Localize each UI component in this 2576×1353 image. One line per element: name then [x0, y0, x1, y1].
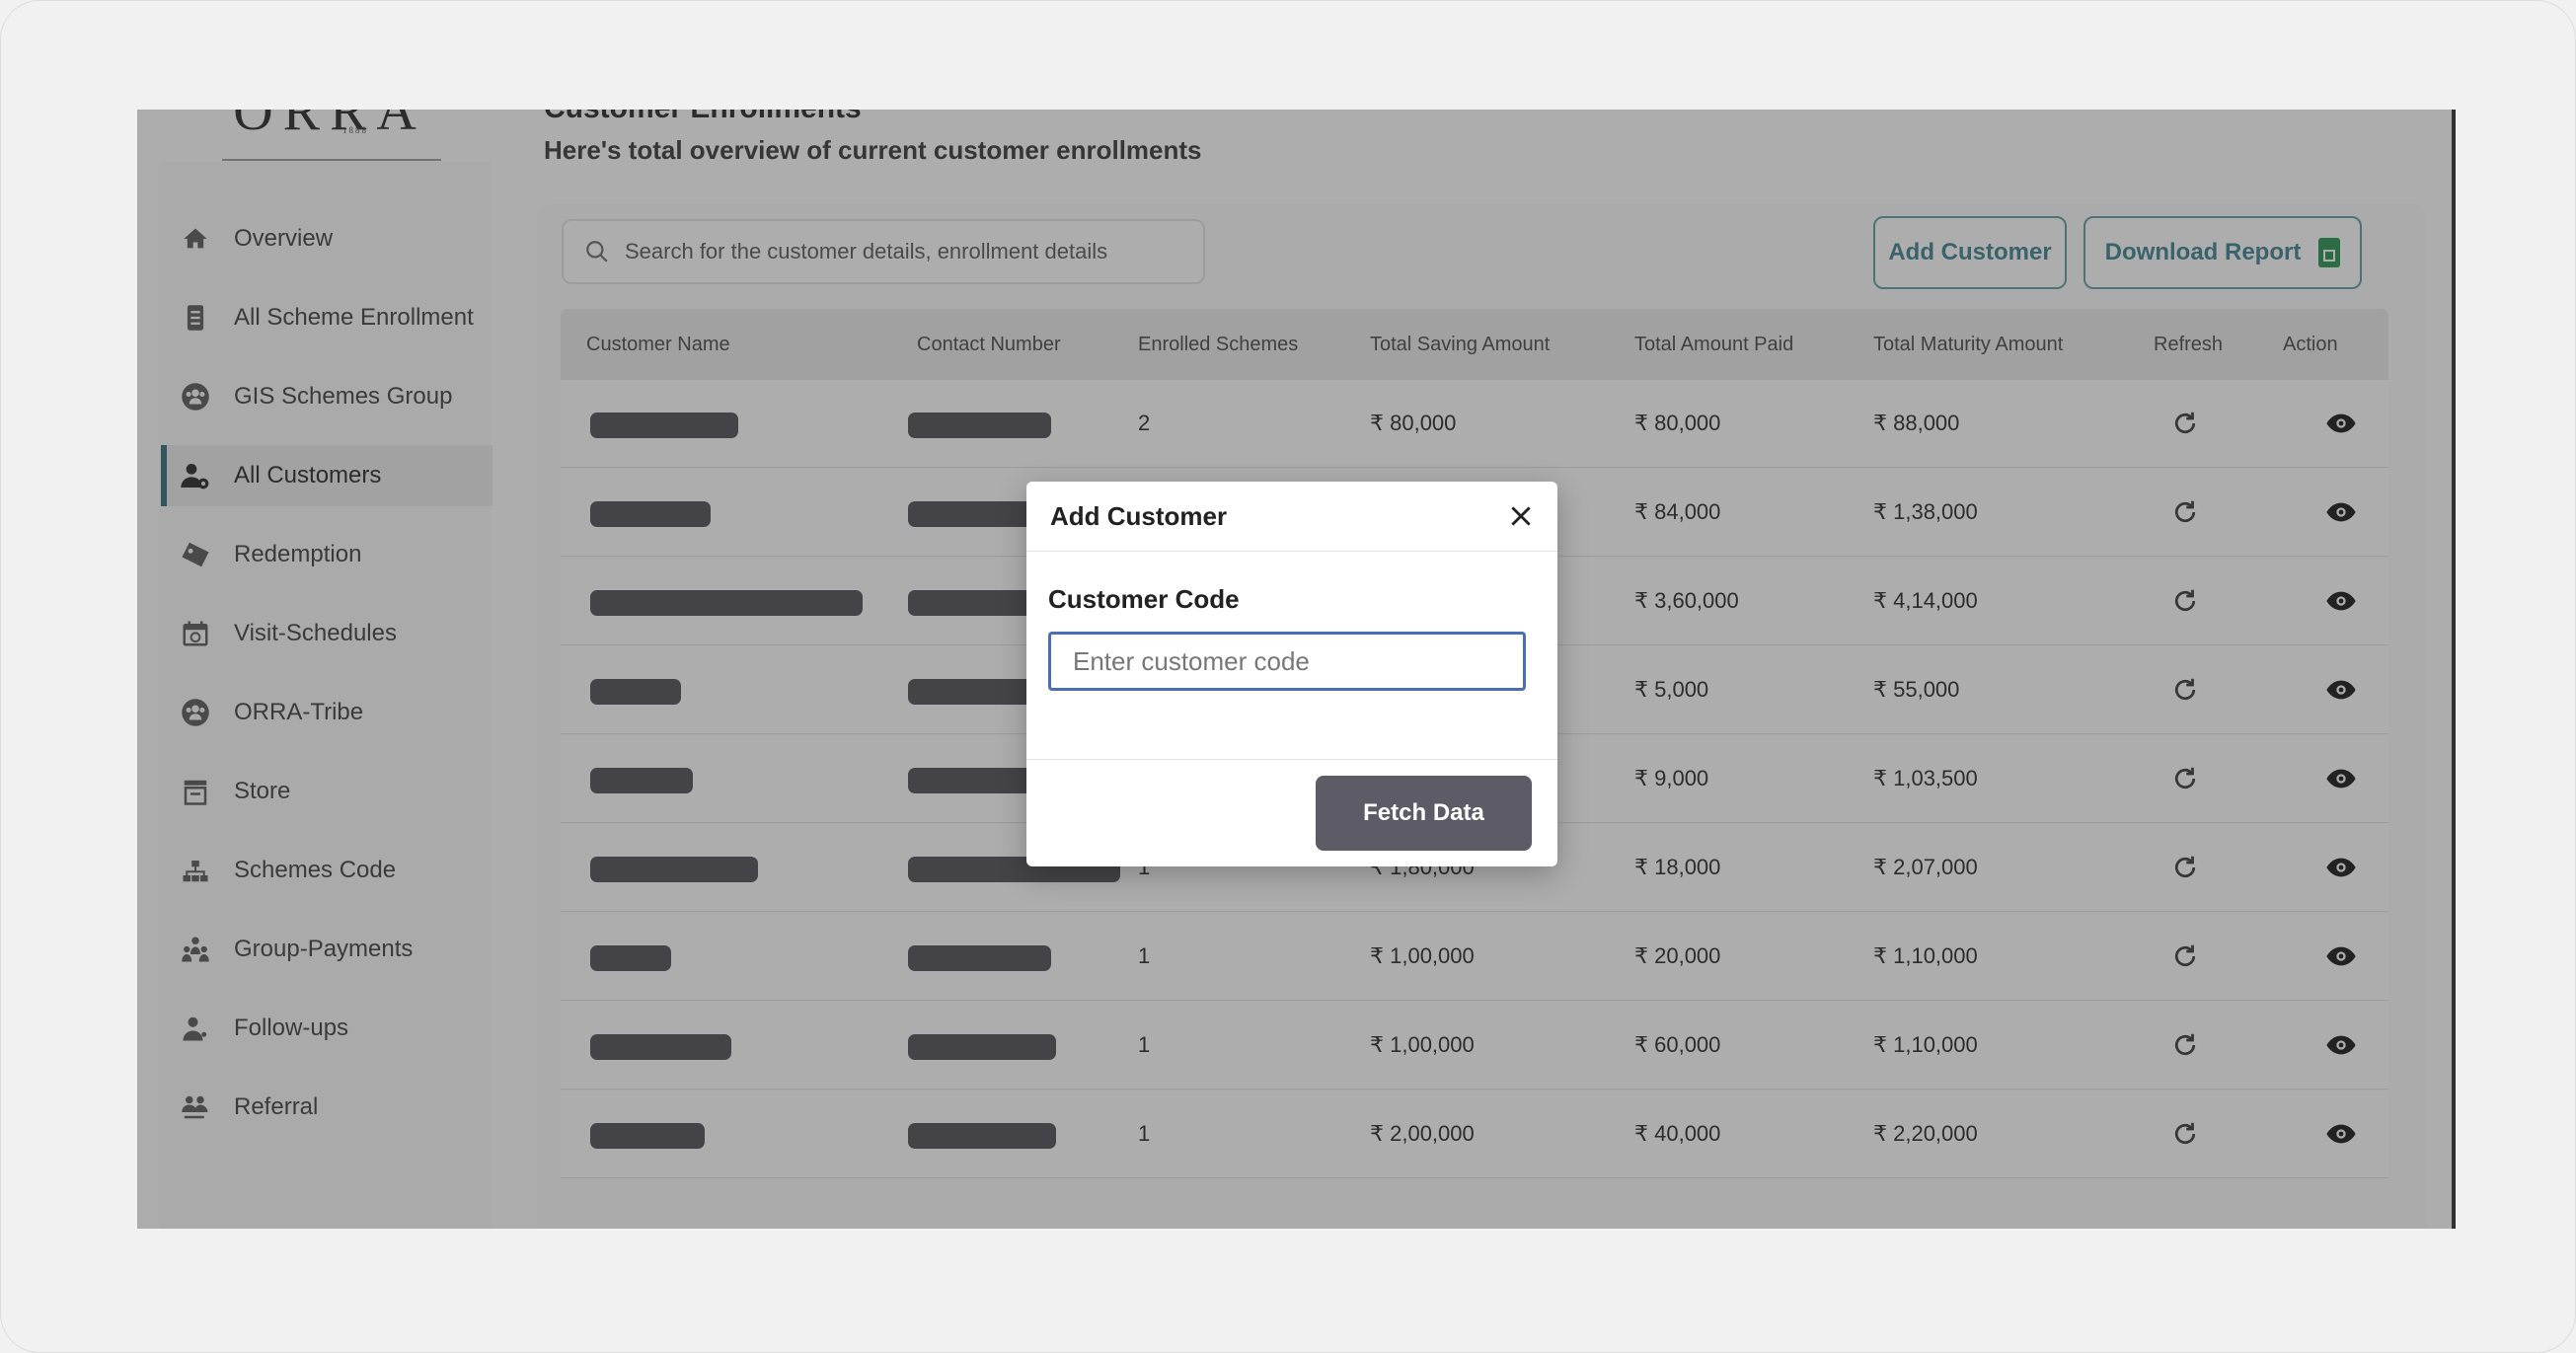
- add-customer-dialog: Add Customer Customer Code Fetch Data: [1026, 482, 1557, 866]
- customer-code-label: Customer Code: [1048, 584, 1240, 614]
- dialog-title: Add Customer: [1050, 501, 1228, 531]
- fetch-data-button[interactable]: Fetch Data: [1316, 776, 1532, 851]
- close-icon[interactable]: [1504, 499, 1538, 533]
- customer-code-input[interactable]: [1048, 632, 1526, 691]
- dialog-divider: [1026, 759, 1557, 760]
- dialog-header: Add Customer: [1026, 482, 1557, 552]
